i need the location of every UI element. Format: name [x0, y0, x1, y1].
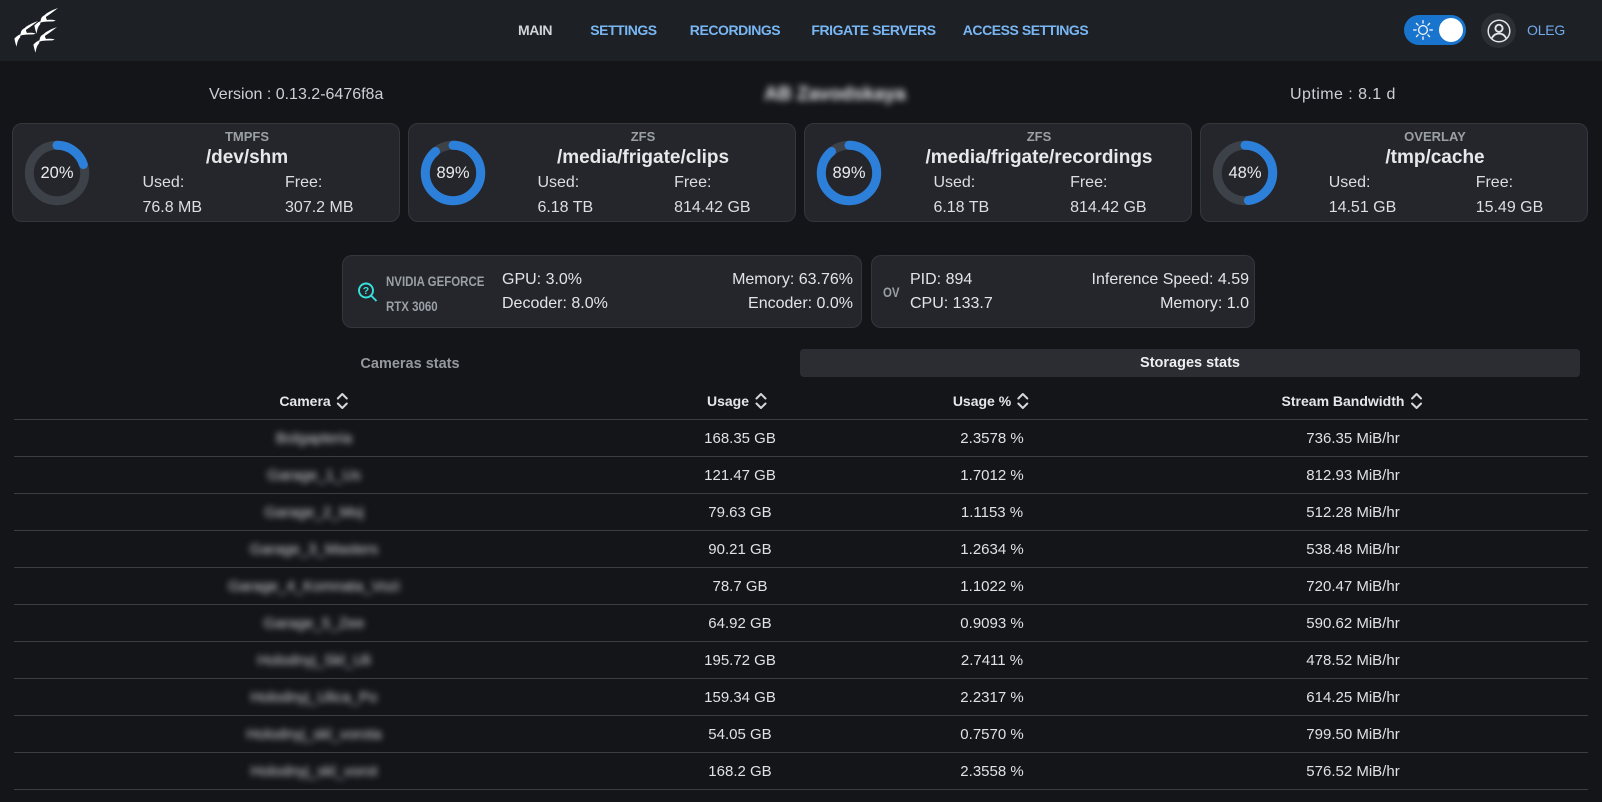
svg-text:?: ?	[363, 285, 369, 297]
